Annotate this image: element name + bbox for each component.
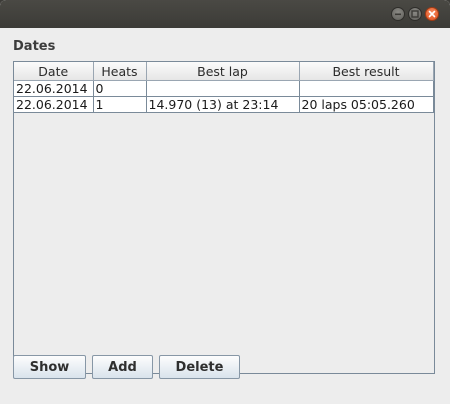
- cell-date[interactable]: 22.06.2014: [14, 96, 94, 113]
- cell-heats[interactable]: 1: [93, 96, 147, 113]
- dates-grid: Date Heats Best lap Best result 22.06.20…: [14, 62, 434, 113]
- delete-button[interactable]: Delete: [159, 355, 240, 379]
- dates-table[interactable]: Date Heats Best lap Best result 22.06.20…: [13, 61, 435, 374]
- cell-best-lap[interactable]: [146, 80, 300, 97]
- main-content: Dates Date Heats Best lap Best result 22…: [0, 28, 450, 404]
- cell-date[interactable]: 22.06.2014: [14, 80, 94, 97]
- cell-best-result[interactable]: 20 laps 05:05.260: [299, 96, 434, 113]
- cell-heats[interactable]: 0: [93, 80, 147, 97]
- cell-best-result[interactable]: [299, 80, 434, 97]
- maximize-icon[interactable]: [408, 7, 422, 21]
- close-icon[interactable]: [425, 7, 439, 21]
- section-title: Dates: [13, 39, 56, 54]
- column-header-date[interactable]: Date: [14, 62, 94, 81]
- column-header-best-lap[interactable]: Best lap: [146, 62, 300, 81]
- app-window: Dates Date Heats Best lap Best result 22…: [0, 0, 450, 404]
- table-header-row: Date Heats Best lap Best result: [14, 62, 434, 81]
- table-row[interactable]: 22.06.2014 0: [14, 80, 434, 97]
- table-row[interactable]: 22.06.2014 1 14.970 (13) at 23:14 20 lap…: [14, 96, 434, 113]
- column-header-heats[interactable]: Heats: [93, 62, 147, 81]
- show-button[interactable]: Show: [13, 355, 86, 379]
- column-header-best-result[interactable]: Best result: [299, 62, 434, 81]
- cell-best-lap[interactable]: 14.970 (13) at 23:14: [146, 96, 300, 113]
- title-bar[interactable]: [0, 0, 450, 28]
- minimize-icon[interactable]: [391, 7, 405, 21]
- add-button[interactable]: Add: [92, 355, 153, 379]
